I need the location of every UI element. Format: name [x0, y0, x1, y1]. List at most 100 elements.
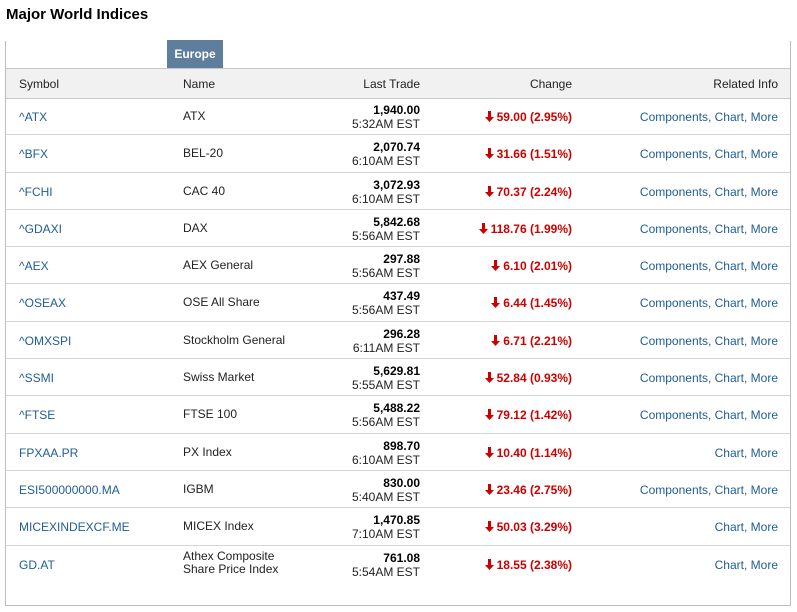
chart-link[interactable]: Chart: [715, 110, 744, 124]
down-arrow-icon: [484, 148, 494, 162]
table-row: GD.AT Athex Composite Share Price Index 761…: [6, 546, 790, 583]
index-name: OSE All Share: [183, 295, 260, 310]
last-trade: 2,070.74 6:10AM EST: [352, 140, 420, 168]
more-link[interactable]: More: [751, 446, 778, 460]
components-link[interactable]: Components: [640, 296, 708, 310]
change-value: 23.46 (2.75%): [484, 483, 572, 498]
last-trade: 437.49 5:56AM EST: [352, 289, 420, 317]
symbol-link[interactable]: ^BFX: [19, 147, 48, 161]
index-name: CAC 40: [183, 183, 226, 198]
chart-link[interactable]: Chart: [715, 147, 744, 161]
chart-link[interactable]: Chart: [715, 296, 744, 310]
last-trade-time: 6:10AM EST: [351, 452, 420, 467]
down-arrow-icon: [484, 409, 494, 423]
last-trade: 830.00 5:40AM EST: [352, 476, 420, 504]
last-trade: 5,842.68 5:56AM EST: [352, 215, 420, 243]
index-name: Swiss Market: [183, 370, 255, 385]
column-header-last-trade[interactable]: Last Trade: [363, 77, 420, 91]
table-row: ^SSMI Swiss Market 5,629.81 5:55AM EST 52.84…: [6, 359, 790, 397]
symbol-link[interactable]: ^FCHI: [19, 185, 53, 199]
last-trade-price: 2,070.74: [373, 140, 420, 155]
components-link[interactable]: Components: [640, 371, 708, 385]
column-header-change[interactable]: Change: [530, 77, 572, 91]
last-trade-time: 5:40AM EST: [351, 489, 420, 504]
last-trade: 296.28 6:11AM EST: [353, 327, 420, 355]
last-trade-time: 5:56AM EST: [351, 228, 420, 243]
change-value: 10.40 (1.14%): [484, 446, 572, 461]
symbol-link[interactable]: ^AEX: [19, 259, 49, 273]
column-header-name[interactable]: Name: [183, 77, 215, 91]
components-link[interactable]: Components: [640, 185, 708, 199]
down-arrow-icon: [491, 334, 501, 349]
last-trade: 297.88 5:56AM EST: [352, 252, 420, 280]
chart-link[interactable]: Chart: [715, 408, 744, 422]
last-trade-price: 1,940.00: [373, 103, 420, 117]
symbol-link[interactable]: FPXAA.PR: [19, 446, 78, 460]
more-link[interactable]: More: [751, 520, 778, 534]
table-row: ^OMXSPI Stockholm General 296.28 6:11AM EST…: [6, 322, 790, 360]
index-name: Stockholm General: [183, 332, 286, 347]
indices-table-body: ^ATX ATX 1,940.00 5:32AM EST 59.00 (2.95%) Co…: [6, 98, 790, 583]
last-trade-price: 5,842.68: [373, 214, 420, 229]
more-link[interactable]: More: [751, 110, 778, 124]
components-link[interactable]: Components: [640, 110, 708, 124]
chart-link[interactable]: Chart: [715, 371, 744, 385]
table-row: FPXAA.PR PX Index 898.70 6:10AM EST 10.40 (1…: [6, 434, 790, 471]
related-info: Components, Chart, More: [639, 371, 778, 386]
components-link[interactable]: Components: [640, 334, 708, 348]
column-header-symbol[interactable]: Symbol: [19, 77, 59, 91]
table-row: ^ATX ATX 1,940.00 5:32AM EST 59.00 (2.95%) Co…: [6, 98, 790, 136]
table-row: ^BFX BEL-20 2,070.74 6:10AM EST 31.66 (1.51%…: [6, 135, 790, 173]
related-info: Chart, More: [714, 445, 778, 460]
more-link[interactable]: More: [751, 147, 778, 161]
symbol-link[interactable]: GD.AT: [19, 558, 55, 572]
related-info: Components, Chart, More: [639, 296, 778, 311]
chart-link[interactable]: Chart: [715, 558, 744, 572]
components-link[interactable]: Components: [640, 259, 708, 273]
last-trade: 5,488.22 5:56AM EST: [352, 401, 420, 429]
change-value: 6.44 (1.45%): [491, 296, 572, 311]
symbol-link[interactable]: ^OSEAX: [19, 296, 66, 310]
components-link[interactable]: Components: [640, 483, 708, 497]
symbol-link[interactable]: ^GDAXI: [19, 222, 62, 236]
index-name: Athex Composite Share Price Index: [183, 548, 279, 576]
symbol-link[interactable]: MICEXINDEXCF.ME: [19, 520, 130, 534]
symbol-link[interactable]: ESI500000000.MA: [19, 483, 120, 497]
chart-link[interactable]: Chart: [715, 520, 744, 534]
more-link[interactable]: More: [751, 558, 778, 572]
chart-link[interactable]: Chart: [715, 259, 744, 273]
symbol-link[interactable]: ^FTSE: [19, 408, 55, 422]
chart-link[interactable]: Chart: [715, 446, 744, 460]
symbol-link[interactable]: ^OMXSPI: [19, 334, 71, 348]
down-arrow-icon: [491, 260, 501, 274]
components-link[interactable]: Components: [640, 222, 708, 236]
symbol-link[interactable]: ^ATX: [19, 110, 47, 124]
more-link[interactable]: More: [751, 185, 778, 199]
last-trade-price: 898.70: [383, 438, 420, 453]
components-link[interactable]: Components: [640, 147, 708, 161]
last-trade-price: 5,488.22: [373, 401, 420, 416]
more-link[interactable]: More: [751, 259, 778, 273]
more-link[interactable]: More: [751, 371, 778, 385]
change-value: 52.84 (0.93%): [484, 371, 572, 386]
more-link[interactable]: More: [751, 334, 778, 348]
chart-link[interactable]: Chart: [715, 334, 744, 348]
last-trade-time: 5:56AM EST: [351, 415, 420, 430]
table-row: ^GDAXI DAX 5,842.68 5:56AM EST 118.76 (1.99%…: [6, 210, 790, 248]
chart-link[interactable]: Chart: [715, 222, 744, 236]
down-arrow-icon: [484, 372, 494, 386]
chart-link[interactable]: Chart: [715, 483, 744, 497]
symbol-link[interactable]: ^SSMI: [19, 371, 54, 385]
more-link[interactable]: More: [751, 222, 778, 236]
more-link[interactable]: More: [751, 483, 778, 497]
more-link[interactable]: More: [751, 296, 778, 310]
index-name: AEX General: [183, 258, 254, 273]
related-info: Components, Chart, More: [639, 184, 778, 199]
chart-link[interactable]: Chart: [715, 185, 744, 199]
more-link[interactable]: More: [751, 408, 778, 422]
last-trade: 1,940.00 5:32AM EST: [352, 103, 420, 131]
index-name: PX Index: [183, 444, 232, 459]
components-link[interactable]: Components: [640, 408, 708, 422]
change-value: 70.37 (2.24%): [484, 185, 572, 200]
index-name: FTSE 100: [183, 407, 238, 422]
